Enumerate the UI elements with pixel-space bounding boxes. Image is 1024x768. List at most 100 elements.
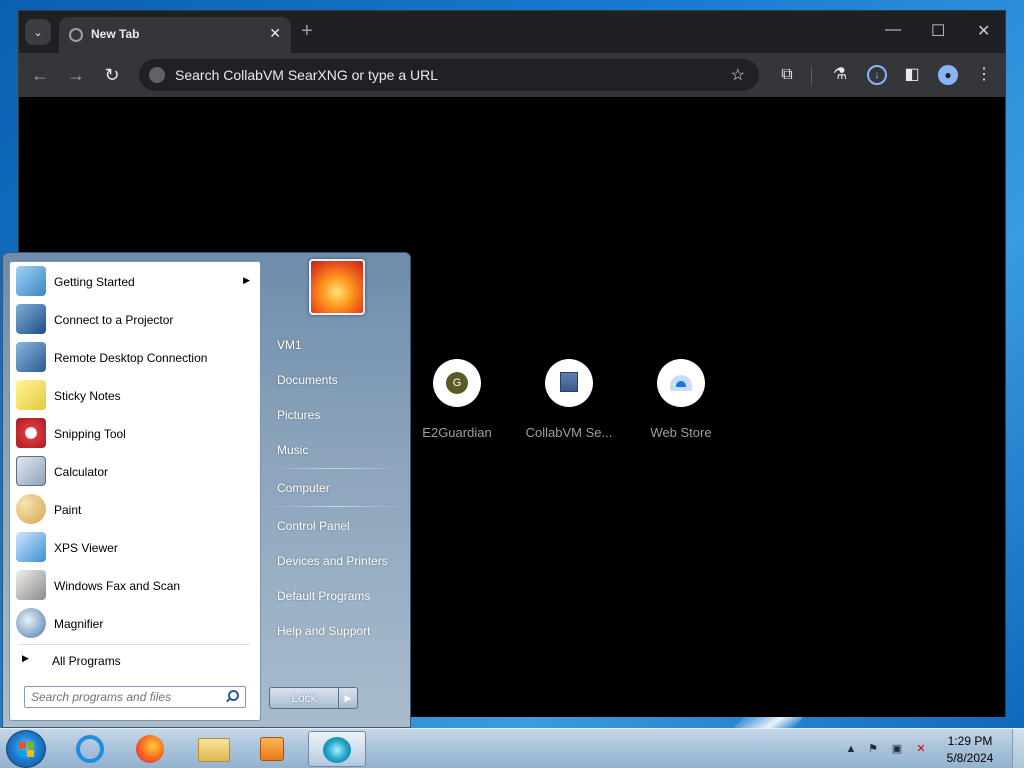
program-connect-projector[interactable]: Connect to a Projector [10,302,260,338]
program-calculator[interactable]: Calculator [10,454,260,490]
taskbar: ▲ ⚑ ▣ ✕ 1:29 PM 5/8/2024 [0,728,1024,768]
start-item-computer[interactable]: Computer [277,481,330,495]
tab-close-button[interactable]: ✕ [269,25,281,42]
start-item-documents[interactable]: Documents [277,373,338,387]
xps-viewer-icon [16,532,46,562]
start-item-pictures[interactable]: Pictures [277,408,320,422]
program-label: Remote Desktop Connection [54,351,208,365]
extensions-icon[interactable]: ⧉ [777,65,797,85]
taskbar-internet-explorer[interactable] [66,731,114,767]
e2guardian-letter: G [446,372,468,394]
tab-strip: ⌄ New Tab ✕ + — ☐ ✕ [19,11,1005,53]
media-player-icon [260,737,284,761]
toolbar-divider [811,67,812,85]
sidepanel-icon[interactable]: ◧ [902,65,922,85]
all-programs-label: All Programs [52,654,121,668]
clock-date[interactable]: 5/8/2024 [940,751,1000,765]
right-divider [271,468,401,469]
windows-logo-icon [19,742,35,758]
tab-new-tab[interactable]: New Tab ✕ [59,17,291,53]
program-paint[interactable]: Paint [10,492,260,528]
bookmark-star-icon[interactable]: ☆ [731,65,745,85]
program-label: Sticky Notes [54,389,121,403]
collabvm-icon [545,359,593,407]
internet-explorer-icon [76,735,104,763]
firefox-icon [136,735,164,763]
program-label: XPS Viewer [54,541,118,555]
getting-started-icon [16,266,46,296]
shortcut-collabvm[interactable]: CollabVM Se... [519,359,619,440]
remote-desktop-icon [16,342,46,372]
start-item-devices-printers[interactable]: Devices and Printers [277,554,388,568]
taskbar-active-app[interactable] [308,731,366,767]
paint-icon [16,494,46,524]
start-item-music[interactable]: Music [277,443,308,457]
menu-icon[interactable]: ⋮ [974,65,994,85]
lock-button[interactable]: Lock [269,687,339,709]
shortcut-label: Web Store [650,425,712,440]
program-snipping-tool[interactable]: Snipping Tool [10,416,260,452]
sticky-notes-icon [16,380,46,410]
search-icon[interactable] [225,690,239,704]
web-store-icon [657,359,705,407]
program-remote-desktop[interactable]: Remote Desktop Connection [10,340,260,376]
submenu-arrow-icon: ▶ [243,275,250,285]
e2guardian-icon: G [433,359,481,407]
all-programs-button[interactable]: ▶ All Programs [10,648,260,672]
search-input[interactable] [31,690,221,704]
taskbar-firefox[interactable] [126,731,174,767]
program-getting-started[interactable]: Getting Started ▶ [10,264,260,300]
search-engine-icon [149,67,165,83]
start-item-default-programs[interactable]: Default Programs [277,589,370,603]
program-label: Calculator [54,465,109,479]
start-menu: Getting Started ▶ Connect to a Projector… [2,252,411,728]
start-button[interactable] [6,730,46,768]
program-sticky-notes[interactable]: Sticky Notes [10,378,260,414]
taskbar-media-player[interactable] [248,731,296,767]
action-center-flag-icon[interactable]: ⚑ [866,742,880,756]
program-label: Connect to a Projector [54,313,174,327]
program-fax-scan[interactable]: Windows Fax and Scan [10,568,260,604]
tab-search-button[interactable]: ⌄ [25,19,51,45]
network-icon[interactable]: ▣ [890,742,904,756]
fax-scan-icon [16,570,46,600]
program-label: Magnifier [54,617,104,631]
minimize-button[interactable]: — [885,21,901,39]
address-bar[interactable]: Search CollabVM SearXNG or type a URL ☆ [139,59,759,91]
file-explorer-icon [198,738,230,762]
show-desktop-button[interactable] [1012,729,1024,768]
active-app-icon [323,737,351,763]
shortcut-e2guardian[interactable]: G E2Guardian [407,359,507,440]
program-label: Paint [54,503,82,517]
labs-icon[interactable]: ⚗ [830,65,850,85]
new-tab-button[interactable]: + [301,20,313,42]
address-bar-placeholder[interactable]: Search CollabVM SearXNG or type a URL [175,67,438,83]
calculator-icon [16,456,46,486]
start-item-control-panel[interactable]: Control Panel [277,519,350,533]
search-box[interactable] [24,686,246,708]
maximize-button[interactable]: ☐ [931,21,945,41]
volume-muted-icon[interactable]: ✕ [914,742,928,756]
forward-button[interactable]: → [65,64,87,86]
clock-time[interactable]: 1:29 PM [940,734,1000,748]
shortcut-label: CollabVM Se... [525,425,613,440]
reload-button[interactable]: ↻ [101,64,123,86]
program-label: Windows Fax and Scan [54,579,181,593]
tab-title: New Tab [91,27,140,41]
taskbar-file-explorer[interactable] [190,731,238,767]
start-item-user-folder[interactable]: VM1 [277,338,302,352]
download-icon[interactable]: ↓ [867,65,887,85]
snipping-tool-icon [16,418,46,448]
shortcut-web-store[interactable]: Web Store [631,359,731,440]
profile-icon[interactable]: ● [938,65,958,85]
program-xps-viewer[interactable]: XPS Viewer [10,530,260,566]
program-magnifier[interactable]: Magnifier [10,606,260,642]
shutdown-options-button[interactable]: ▶ [338,687,358,709]
back-button[interactable]: ← [29,64,51,86]
start-item-help-support[interactable]: Help and Support [277,624,370,638]
show-hidden-icons-icon[interactable]: ▲ [844,742,858,756]
close-button[interactable]: ✕ [977,21,990,41]
shortcut-label: E2Guardian [422,425,492,440]
user-picture[interactable] [309,259,365,315]
triangle-right-icon: ▶ [22,653,29,663]
